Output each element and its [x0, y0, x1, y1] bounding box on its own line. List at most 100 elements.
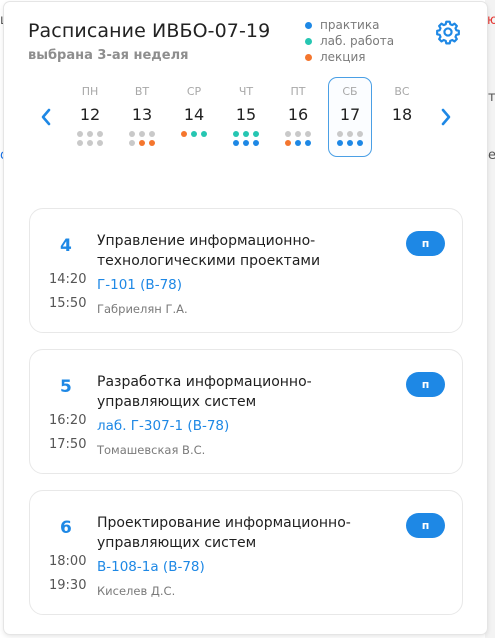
day-number: 18	[391, 105, 413, 124]
lecture-dot	[138, 140, 145, 146]
lesson-start-time: 16:20	[49, 413, 87, 428]
lesson-end-time: 19:30	[49, 578, 87, 593]
week-day-strip: ПН 12 ВТ 13 СР 14 ЧТ 15 ПТ 16 СБ 17 ВС 1…	[64, 77, 434, 161]
day-name: ПТ	[290, 85, 306, 98]
empty-slot-dot	[346, 130, 353, 137]
lesson-type-badge: п	[406, 231, 445, 256]
lesson-room-link[interactable]: лаб. Г-307-1 (В-78)	[97, 418, 229, 434]
page-title: Расписание ИВБО-07-19	[28, 20, 271, 42]
day-tuesday[interactable]: ВТ 13	[120, 77, 164, 157]
day-lesson-dots	[68, 131, 112, 146]
lesson-end-time: 17:50	[49, 437, 87, 452]
day-number: 13	[131, 105, 153, 124]
settings-button[interactable]	[432, 16, 464, 48]
lesson-number: 4	[60, 236, 72, 256]
lab-dot	[190, 131, 197, 137]
day-name: ВС	[394, 85, 410, 98]
empty-slot-dot	[96, 131, 103, 137]
empty-slot-dot	[284, 131, 291, 137]
lesson-start-time: 14:20	[49, 272, 87, 287]
practice-dot	[336, 139, 343, 146]
day-number: 15	[235, 105, 257, 124]
practice-dot	[304, 140, 311, 146]
empty-slot-dot	[294, 131, 301, 137]
day-name: ПН	[81, 85, 99, 98]
background-text: ю	[487, 13, 495, 28]
empty-slot-dot	[128, 140, 135, 146]
lab-dot	[252, 131, 259, 137]
day-number: 12	[79, 105, 101, 124]
lesson-subject: Управление информационно-технологическим…	[97, 233, 321, 269]
day-name: СБ	[342, 84, 358, 98]
legend-label: лаб. работа	[320, 34, 395, 48]
lesson-end-time: 15:50	[49, 296, 87, 311]
day-name: ЧТ	[238, 85, 254, 98]
schedule-popup: Расписание ИВБО-07-19 выбрана 3-ая недел…	[4, 2, 487, 634]
empty-slot-dot	[138, 131, 145, 137]
practice-dot	[232, 140, 239, 146]
lesson-subject: Проектирование информационно-управляющих…	[97, 515, 351, 551]
legend-item-practice: практика	[305, 17, 394, 33]
legend-label: лекция	[320, 50, 366, 64]
empty-slot-dot	[76, 140, 83, 146]
lab-dot	[242, 131, 249, 137]
next-week-button[interactable]	[436, 106, 456, 128]
day-lesson-dots	[224, 131, 268, 146]
day-lesson-dots	[329, 130, 371, 146]
day-sunday[interactable]: ВС 18	[380, 77, 424, 157]
lesson-type-badge: п	[406, 372, 445, 397]
lesson-card[interactable]: 4 14:20 15:50 Управление информационно-т…	[29, 208, 463, 333]
background-text: ти	[488, 90, 495, 105]
empty-slot-dot	[96, 140, 103, 146]
lecture-dot	[180, 131, 187, 137]
lesson-card[interactable]: 6 18:00 19:30 Проектирование информацион…	[29, 490, 463, 615]
day-lesson-dots	[120, 131, 164, 146]
lesson-room-link[interactable]: В-108-1а (В-78)	[97, 559, 205, 575]
empty-slot-dot	[304, 131, 311, 137]
legend-label: практика	[320, 18, 380, 32]
day-number: 16	[287, 105, 309, 124]
practice-dot	[252, 140, 259, 146]
chevron-right-icon	[441, 108, 451, 126]
legend-item-lab: лаб. работа	[305, 33, 394, 49]
previous-week-button[interactable]	[36, 106, 56, 128]
lesson-room-link[interactable]: Г-101 (В-78)	[97, 277, 182, 293]
day-friday[interactable]: ПТ 16	[276, 77, 320, 157]
background-text: ер	[488, 148, 495, 163]
day-wednesday[interactable]: СР 14	[172, 77, 216, 157]
empty-slot-dot	[128, 131, 135, 137]
day-name: СР	[186, 85, 202, 98]
practice-dot	[242, 140, 249, 146]
lab-dot	[200, 131, 207, 137]
lesson-number: 5	[60, 377, 72, 397]
lecture-dot	[148, 140, 155, 146]
selected-week-label: выбрана 3-ая неделя	[28, 48, 189, 63]
gear-icon	[436, 20, 460, 45]
legend-dot-icon	[305, 37, 312, 45]
day-lesson-dots	[276, 131, 320, 146]
day-name: ВТ	[134, 85, 150, 98]
lesson-subject: Разработка информационно-управляющих сис…	[97, 374, 312, 410]
empty-slot-dot	[356, 130, 363, 137]
legend-dot-icon	[305, 53, 312, 61]
day-number: 14	[183, 105, 205, 124]
lesson-start-time: 18:00	[49, 554, 87, 569]
lesson-number: 6	[60, 518, 72, 538]
day-number: 17	[339, 104, 361, 124]
legend-item-lecture: лекция	[305, 49, 394, 65]
lab-dot	[232, 131, 239, 137]
empty-slot-dot	[86, 131, 93, 137]
day-monday[interactable]: ПН 12	[68, 77, 112, 157]
lesson-teacher: Киселев Д.С.	[97, 584, 176, 598]
chevron-left-icon	[41, 108, 51, 126]
lecture-dot	[284, 140, 291, 146]
practice-dot	[346, 139, 353, 146]
day-lesson-dots	[172, 131, 216, 137]
practice-dot	[294, 140, 301, 146]
lesson-card[interactable]: 5 16:20 17:50 Разработка информационно-у…	[29, 349, 463, 474]
empty-slot-dot	[76, 131, 83, 137]
day-thursday[interactable]: ЧТ 15	[224, 77, 268, 157]
empty-slot-dot	[336, 130, 343, 137]
empty-slot-dot	[86, 140, 93, 146]
day-saturday[interactable]: СБ 17	[328, 77, 372, 157]
